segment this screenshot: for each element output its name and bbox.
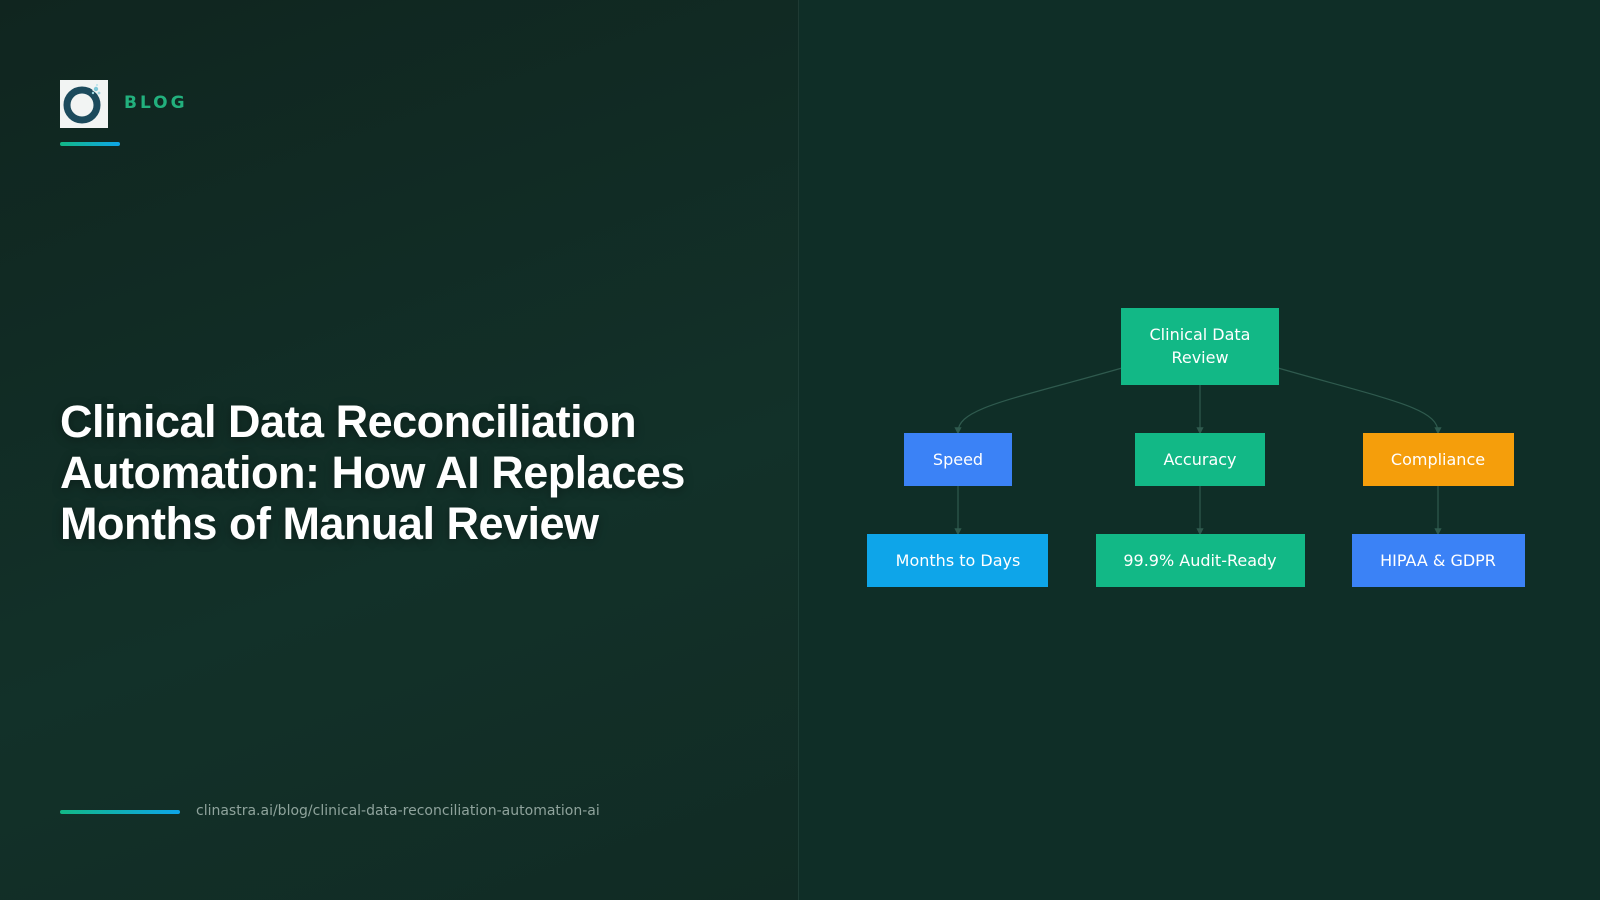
node-accuracy-label: Accuracy [1163,450,1236,469]
benefits-diagram: Clinical Data Review Speed Accuracy Comp… [867,308,1525,587]
node-compliance-label: Compliance [1391,450,1485,469]
node-accuracy-child-label: 99.9% Audit-Ready [1123,551,1276,570]
node-root-label-line1: Clinical Data [1150,325,1251,344]
node-compliance-child: HIPAA & GDPR [1352,534,1525,587]
connector-root-compliance [1277,367,1442,435]
node-root-label-line2: Review [1171,348,1228,367]
node-root: Clinical Data Review [1121,308,1279,385]
connector-root-speed [954,367,1123,435]
node-speed: Speed [904,433,1012,486]
node-compliance: Compliance [1363,433,1514,486]
node-speed-child-label: Months to Days [896,551,1021,570]
node-root-box [1121,308,1279,385]
node-accuracy-child: 99.9% Audit-Ready [1096,534,1305,587]
node-accuracy: Accuracy [1135,433,1265,486]
node-compliance-child-label: HIPAA & GDPR [1380,551,1496,570]
node-speed-label: Speed [933,450,983,469]
blog-cover: BLOG Clinical Data Reconciliation Automa… [0,0,1600,900]
node-speed-child: Months to Days [867,534,1048,587]
